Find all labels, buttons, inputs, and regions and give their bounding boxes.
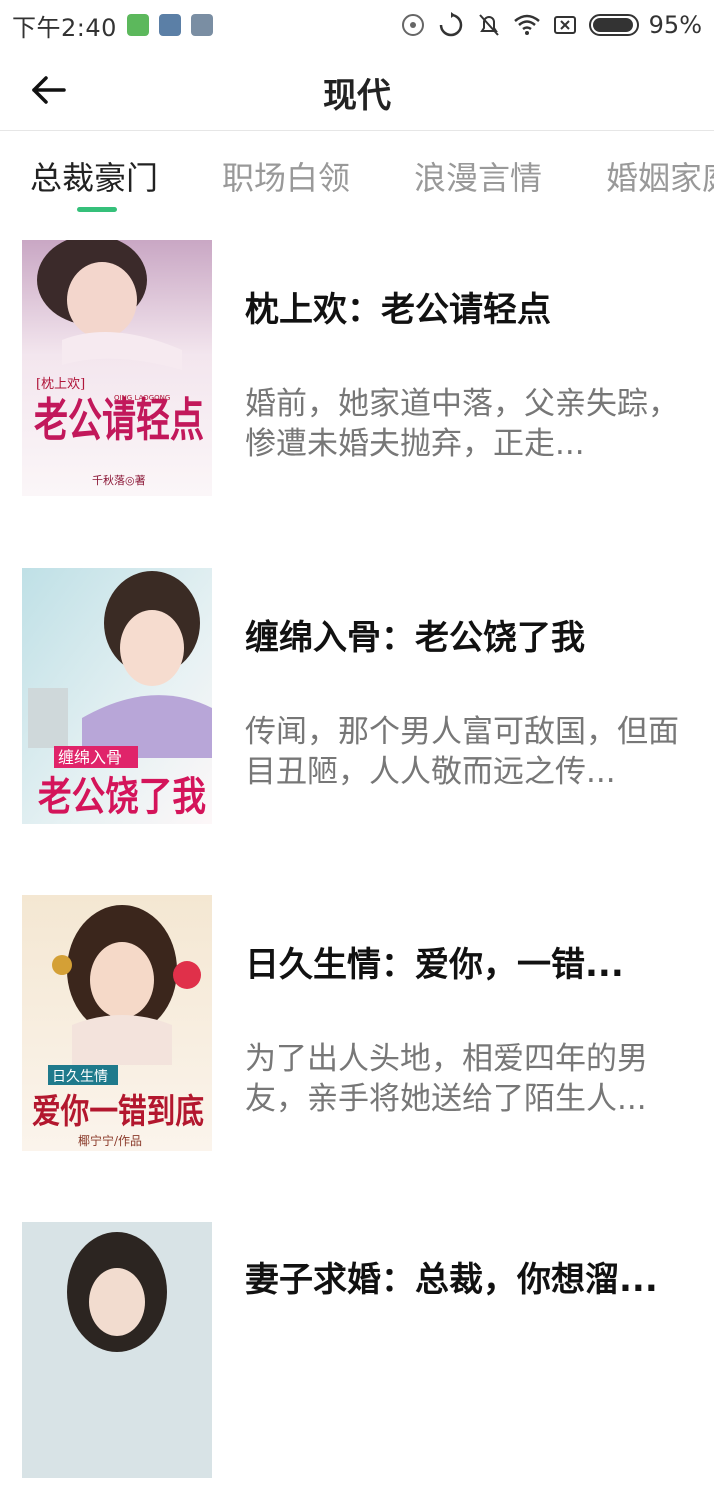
gallery-notification-icon: [158, 14, 181, 36]
status-bar-right: 95%: [399, 11, 702, 39]
cover-title: 老公饶了我: [38, 773, 206, 820]
book-title: 妻子求婚：总裁，你想溜...: [245, 1260, 658, 1300]
cover-author: 椰宁宁/作品: [78, 1133, 142, 1148]
hotspot-icon: [399, 11, 427, 39]
mute-bell-icon: [475, 11, 503, 39]
cover-title: 爱你一错到底: [32, 1092, 204, 1132]
book-title: 缠绵入骨：老公饶了我: [245, 618, 585, 658]
app-notification-icon: [126, 14, 149, 36]
book-description: 婚前，她家道中落，父亲失踪，惨遭未婚夫抛弃，正走...: [245, 386, 679, 462]
calculator-notification-icon: [190, 14, 213, 36]
book-description: 传闻，那个男人富可敌国，但面目丑陋，人人敬而远之传...: [245, 714, 679, 790]
cover-tag: 缠绵入骨: [58, 748, 122, 767]
category-tabs: 总裁豪门 职场白领 浪漫言情 婚姻家庭: [0, 131, 714, 221]
tab-marriage-family[interactable]: 婚姻家庭: [606, 153, 714, 199]
cover-tag: [枕上欢]: [36, 377, 85, 392]
wifi-icon: [513, 11, 541, 39]
book-list-item[interactable]: 缠绵入骨 老公饶了我 缠绵入骨：老公饶了我 传闻，那个男人富可敌国，但面目丑陋，…: [0, 568, 714, 848]
active-tab-indicator: [77, 207, 117, 212]
tab-office-worker[interactable]: 职场白领: [222, 153, 350, 199]
sync-icon: [437, 11, 465, 39]
book-list-item[interactable]: 日久生情 爱你一错到底 椰宁宁/作品 日久生情：爱你，一错... 为了出人头地，…: [0, 895, 714, 1175]
battery-icon: [588, 14, 639, 36]
book-cover[interactable]: 日久生情 爱你一错到底 椰宁宁/作品: [22, 895, 212, 1151]
book-description: 为了出人头地，相爱四年的男友，亲手将她送给了陌生人...: [245, 1041, 648, 1117]
book-list-item[interactable]: 妻子求婚：总裁，你想溜...: [0, 1222, 714, 1502]
book-cover[interactable]: [枕上欢] 老公请轻点 QING LAOGONG 千秋落◎著: [22, 240, 212, 496]
cover-tag: 日久生情: [52, 1069, 108, 1085]
tab-romance[interactable]: 浪漫言情: [414, 153, 542, 199]
status-bar-left: 下午2:40: [12, 8, 213, 43]
no-sim-icon: [551, 11, 579, 39]
book-list-item[interactable]: [枕上欢] 老公请轻点 QING LAOGONG 千秋落◎著 枕上欢：老公请轻点…: [0, 240, 714, 520]
cover-author: 千秋落◎著: [92, 473, 146, 487]
cover-subtitle: QING LAOGONG: [114, 394, 170, 402]
page-title: 现代: [323, 76, 391, 116]
app-header: 现代: [0, 50, 714, 131]
battery-fill: [592, 18, 633, 32]
book-title: 日久生情：爱你，一错...: [245, 945, 624, 985]
status-time: 下午2:40: [12, 13, 117, 42]
battery-percent: 95%: [648, 11, 702, 39]
status-bar: 下午2:40 95%: [0, 0, 714, 50]
book-cover[interactable]: 缠绵入骨 老公饶了我: [22, 568, 212, 824]
book-title: 枕上欢：老公请轻点: [245, 290, 551, 330]
tab-ceo-family[interactable]: 总裁豪门: [30, 153, 158, 199]
book-cover[interactable]: [22, 1222, 212, 1478]
